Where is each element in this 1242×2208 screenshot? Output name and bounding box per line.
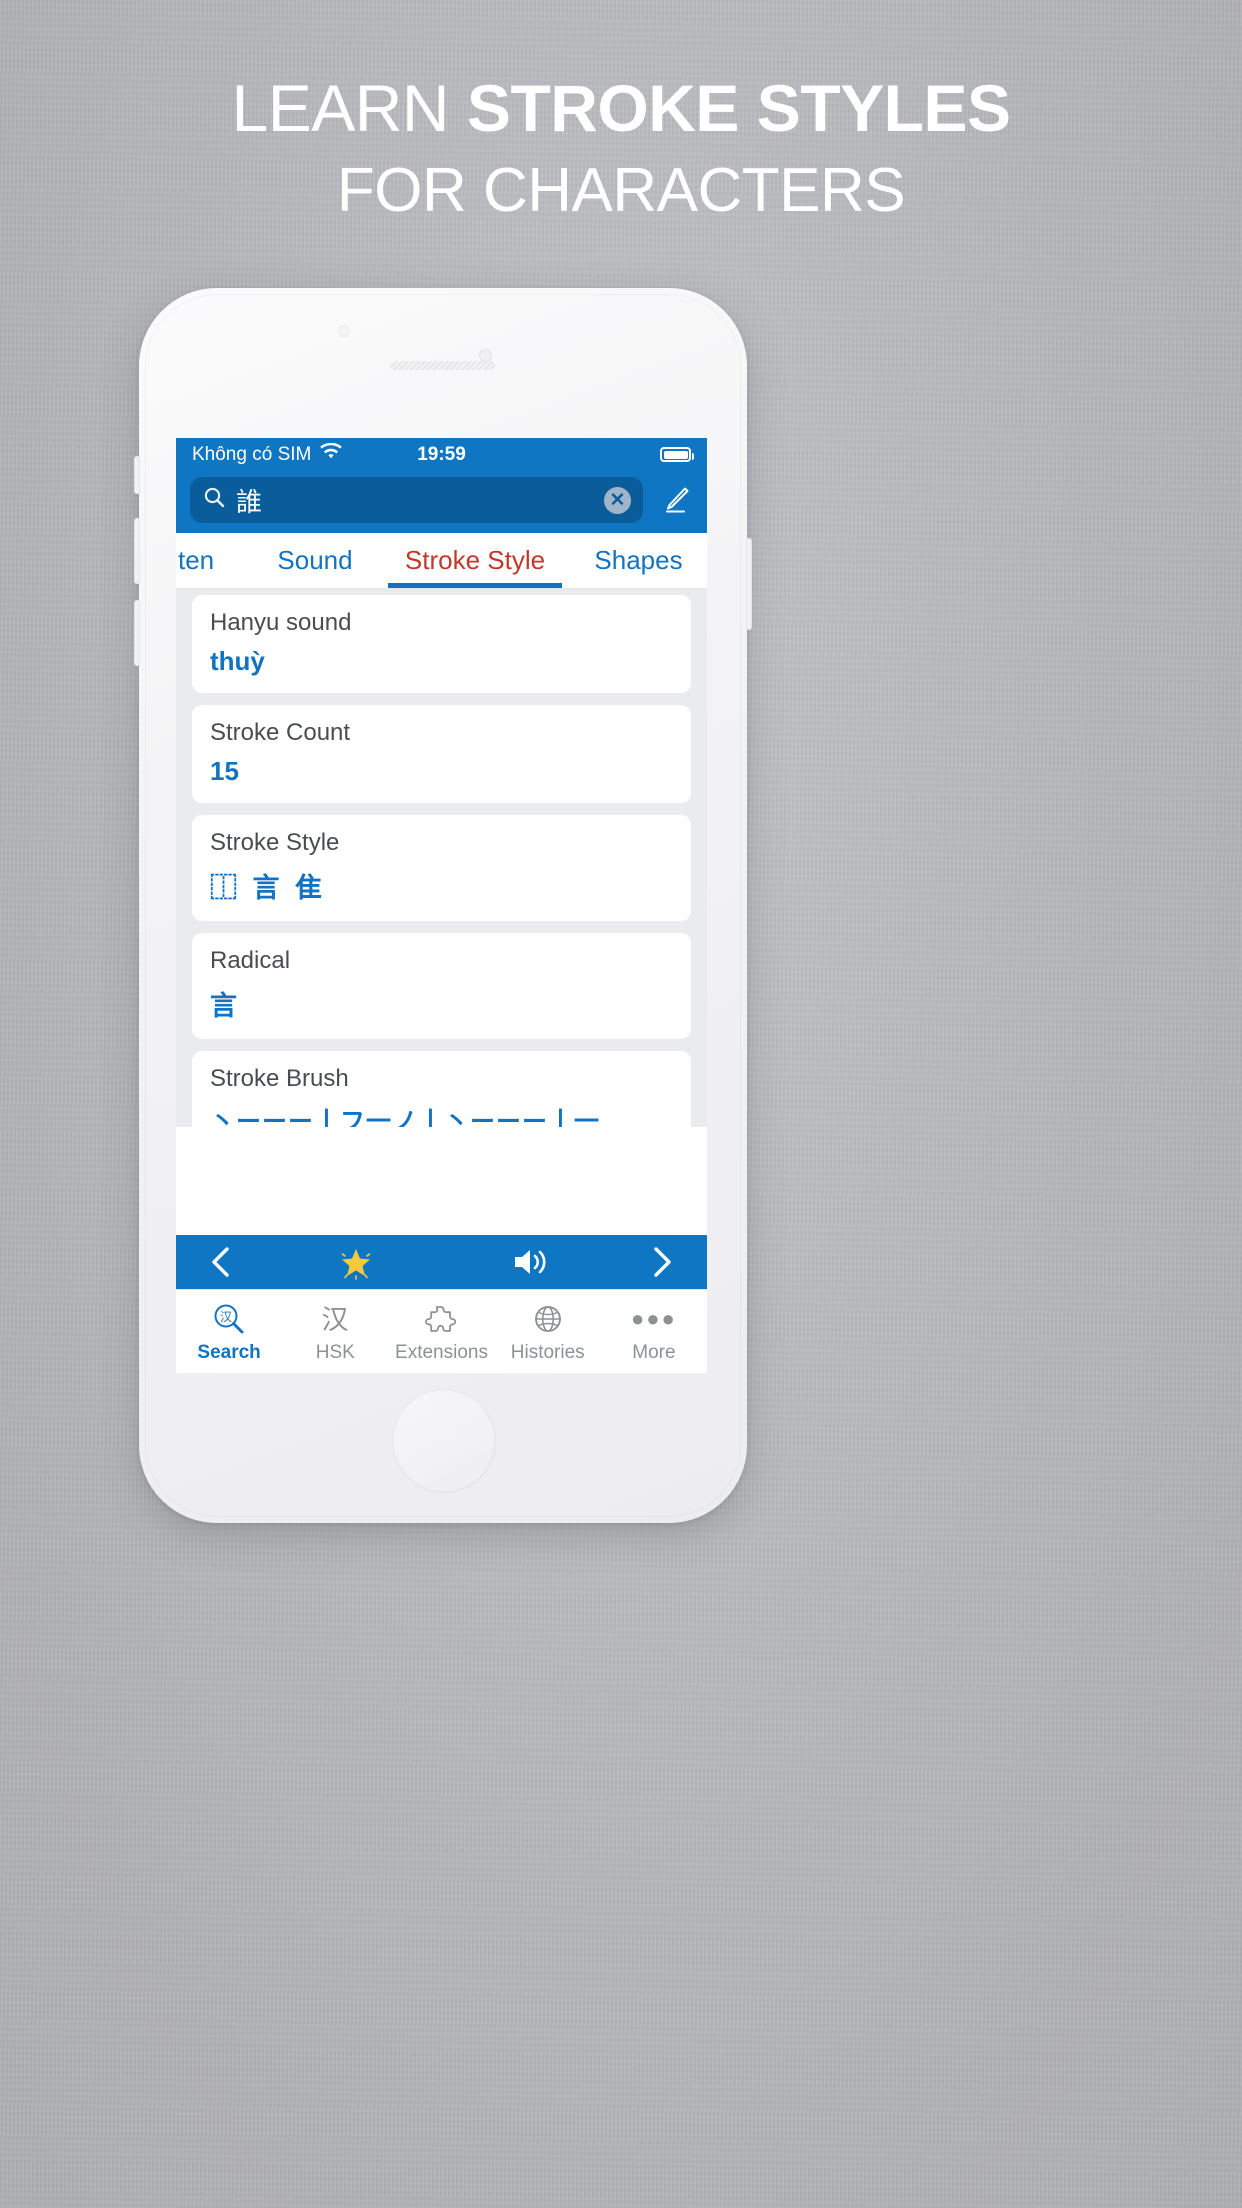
card-label: Stroke Brush bbox=[210, 1065, 349, 1092]
svg-text:汉: 汉 bbox=[220, 1310, 232, 1324]
card-value: ⿰ 言 隹 bbox=[210, 873, 327, 903]
card-label: Radical bbox=[210, 947, 291, 974]
card-radical[interactable]: Radical 言 bbox=[192, 933, 691, 1039]
tab-label: Stroke Style bbox=[404, 545, 546, 575]
star-icon[interactable] bbox=[266, 1242, 446, 1282]
battery-full-icon bbox=[660, 447, 694, 462]
tabbar-item-hsk[interactable]: 汉 HSK bbox=[282, 1290, 388, 1373]
tabbar-label: Search bbox=[197, 1341, 261, 1363]
front-camera bbox=[479, 349, 492, 362]
ellipsis-icon: ●●● bbox=[630, 1305, 677, 1331]
han-search-icon: 汉 bbox=[211, 1300, 247, 1338]
card-stroke-style[interactable]: Stroke Style ⿰ 言 隹 bbox=[192, 815, 691, 921]
card-hanyu-sound[interactable]: Hanyu sound thuỳ bbox=[192, 595, 691, 693]
proximity-sensor bbox=[338, 325, 350, 337]
headline-line1-bold: STROKE STYLES bbox=[466, 71, 1011, 145]
search-query-text: 誰 bbox=[236, 486, 263, 517]
tab-label: Sound bbox=[277, 545, 353, 575]
tab-shapes[interactable]: Shapes bbox=[570, 533, 707, 588]
volume-up-button bbox=[134, 518, 140, 584]
pen-write-icon[interactable] bbox=[653, 483, 697, 517]
tabbar-item-more[interactable]: ●●● More bbox=[601, 1290, 707, 1373]
card-label: Hanyu sound bbox=[210, 609, 352, 636]
tabbar-label: More bbox=[632, 1341, 676, 1363]
tabbar-label: HSK bbox=[315, 1341, 355, 1363]
card-stroke-brush[interactable]: Stroke Brush 丶ーーー丨フ一ノ丨丶ーーー丨一 bbox=[192, 1051, 691, 1127]
earpiece-speaker bbox=[390, 361, 495, 370]
tabbar-item-search[interactable]: 汉 Search bbox=[176, 1290, 282, 1373]
card-value: 丶ーーー丨フ一ノ丨丶ーーー丨一 bbox=[210, 1108, 601, 1127]
search-input[interactable]: 誰 ✕ bbox=[190, 477, 643, 523]
puzzle-icon bbox=[424, 1300, 460, 1338]
status-bar: Không có SIM 19:59 bbox=[176, 438, 707, 471]
speaker-icon[interactable] bbox=[446, 1246, 616, 1278]
card-value: thuỳ bbox=[210, 646, 265, 676]
card-value: 言 bbox=[210, 991, 241, 1021]
action-toolbar bbox=[176, 1235, 707, 1289]
card-label: Stroke Style bbox=[210, 829, 340, 856]
section-tabs: ten Sound Stroke Style Shapes bbox=[176, 533, 707, 589]
phone-mockup: Không có SIM 19:59 誰 ✕ ten Sound Stroke … bbox=[134, 288, 752, 1523]
tabbar-item-histories[interactable]: Histories bbox=[495, 1290, 601, 1373]
chevron-left-icon[interactable] bbox=[176, 1245, 266, 1279]
mute-switch bbox=[134, 456, 140, 494]
tab-written[interactable]: ten bbox=[176, 533, 250, 588]
power-button bbox=[746, 538, 752, 630]
chevron-right-icon[interactable] bbox=[616, 1245, 707, 1279]
headline-line1-light: LEARN bbox=[231, 71, 467, 145]
tab-label: ten bbox=[178, 545, 215, 575]
clear-circle-icon[interactable]: ✕ bbox=[604, 486, 631, 514]
detail-card-list[interactable]: Hanyu sound thuỳ Stroke Count 15 Stroke … bbox=[176, 589, 707, 1127]
volume-down-button bbox=[134, 600, 140, 666]
search-bar: 誰 ✕ bbox=[176, 471, 707, 533]
tabbar-label: Extensions bbox=[395, 1341, 488, 1363]
bottom-tab-bar: 汉 Search 汉 HSK Extensions Histories ●●● … bbox=[176, 1289, 707, 1373]
headline-line2: FOR CHARACTERS bbox=[336, 155, 906, 225]
card-stroke-count[interactable]: Stroke Count 15 bbox=[192, 705, 691, 803]
svg-text:汉: 汉 bbox=[322, 1305, 349, 1336]
tabbar-item-extensions[interactable]: Extensions bbox=[388, 1290, 494, 1373]
search-icon bbox=[202, 485, 226, 516]
status-time: 19:59 bbox=[417, 443, 466, 465]
tab-sound[interactable]: Sound bbox=[250, 533, 380, 588]
tab-stroke-style[interactable]: Stroke Style bbox=[380, 533, 570, 588]
card-label: Stroke Count bbox=[210, 719, 351, 746]
han-character-icon: 汉 bbox=[317, 1300, 353, 1338]
tabbar-label: Histories bbox=[510, 1341, 585, 1363]
promo-headline: LEARN STROKE STYLES FOR CHARACTERS bbox=[0, 71, 1242, 225]
card-value: 15 bbox=[210, 756, 239, 786]
tab-label: Shapes bbox=[594, 545, 683, 575]
globe-icon bbox=[530, 1300, 566, 1338]
app-screen: Không có SIM 19:59 誰 ✕ ten Sound Stroke … bbox=[176, 438, 707, 1373]
home-button bbox=[392, 1389, 496, 1493]
